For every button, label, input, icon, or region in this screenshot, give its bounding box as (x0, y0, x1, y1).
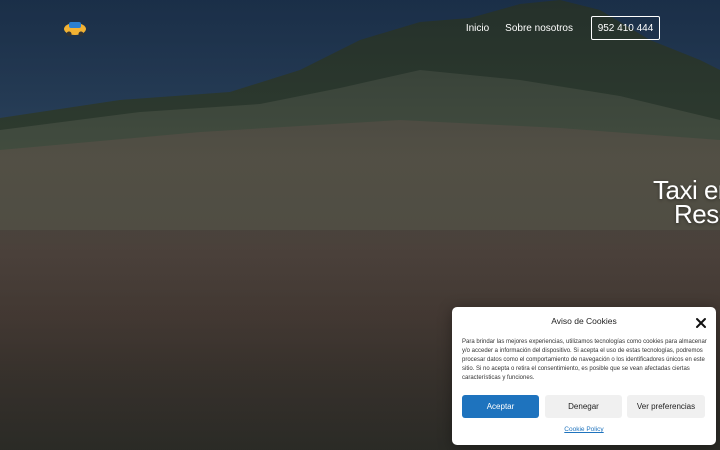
cookie-banner-title: Aviso de Cookies (551, 316, 617, 326)
cookie-banner: Aviso de Cookies Para brindar las mejore… (452, 307, 716, 445)
phone-button[interactable]: 952 410 444 (591, 16, 660, 40)
nav-link-inicio[interactable]: Inicio (466, 23, 489, 34)
view-preferences-button[interactable]: Ver preferencias (627, 395, 705, 418)
hero-title-line2: Rese (674, 199, 720, 228)
accept-button[interactable]: Aceptar (462, 395, 539, 418)
cookie-policy-link[interactable]: Cookie Policy (452, 426, 716, 433)
cookie-banner-text: Para brindar las mejores experiencias, u… (462, 339, 707, 381)
hero-title: Taxi en Rese (653, 178, 720, 228)
nav-link-sobre-nosotros[interactable]: Sobre nosotros (505, 23, 573, 34)
close-icon[interactable] (695, 316, 707, 328)
deny-button[interactable]: Denegar (545, 395, 622, 418)
main-nav: Inicio Sobre nosotros 952 410 444 (466, 16, 660, 40)
taxi-logo-icon[interactable] (62, 16, 88, 38)
